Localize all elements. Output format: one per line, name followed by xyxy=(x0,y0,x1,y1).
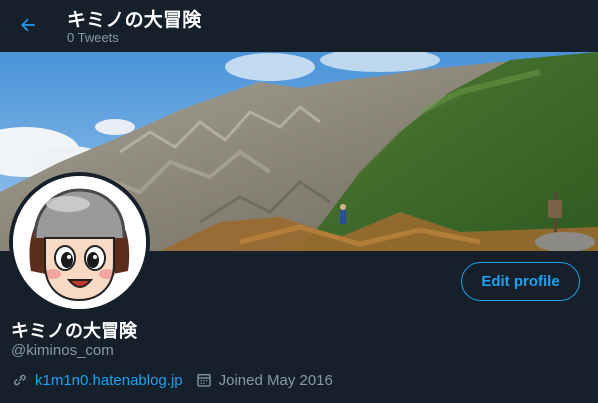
joined-date: Joined May 2016 xyxy=(218,371,333,389)
handle: @kiminos_com xyxy=(11,342,114,359)
profile-page: キミノの大冒険 0 Tweets Edit profile キミノの大冒険 @k… xyxy=(0,0,598,403)
display-name: キミノの大冒険 xyxy=(11,321,137,341)
website-link[interactable]: k1m1n0.hatenablog.jp xyxy=(35,372,183,389)
tweet-count: 0 Tweets xyxy=(67,30,119,45)
top-header: キミノの大冒険 0 Tweets xyxy=(0,0,598,52)
edit-profile-button[interactable]: Edit profile xyxy=(461,262,580,301)
calendar-icon xyxy=(195,371,213,389)
arrow-left-icon xyxy=(21,18,35,32)
header-title: キミノの大冒険 xyxy=(67,10,202,31)
avatar-image xyxy=(13,176,146,309)
link-icon xyxy=(11,371,29,389)
back-button[interactable] xyxy=(12,9,44,41)
profile-meta: k1m1n0.hatenablog.jp Joined May 2016 xyxy=(11,370,333,390)
avatar[interactable] xyxy=(9,172,150,313)
